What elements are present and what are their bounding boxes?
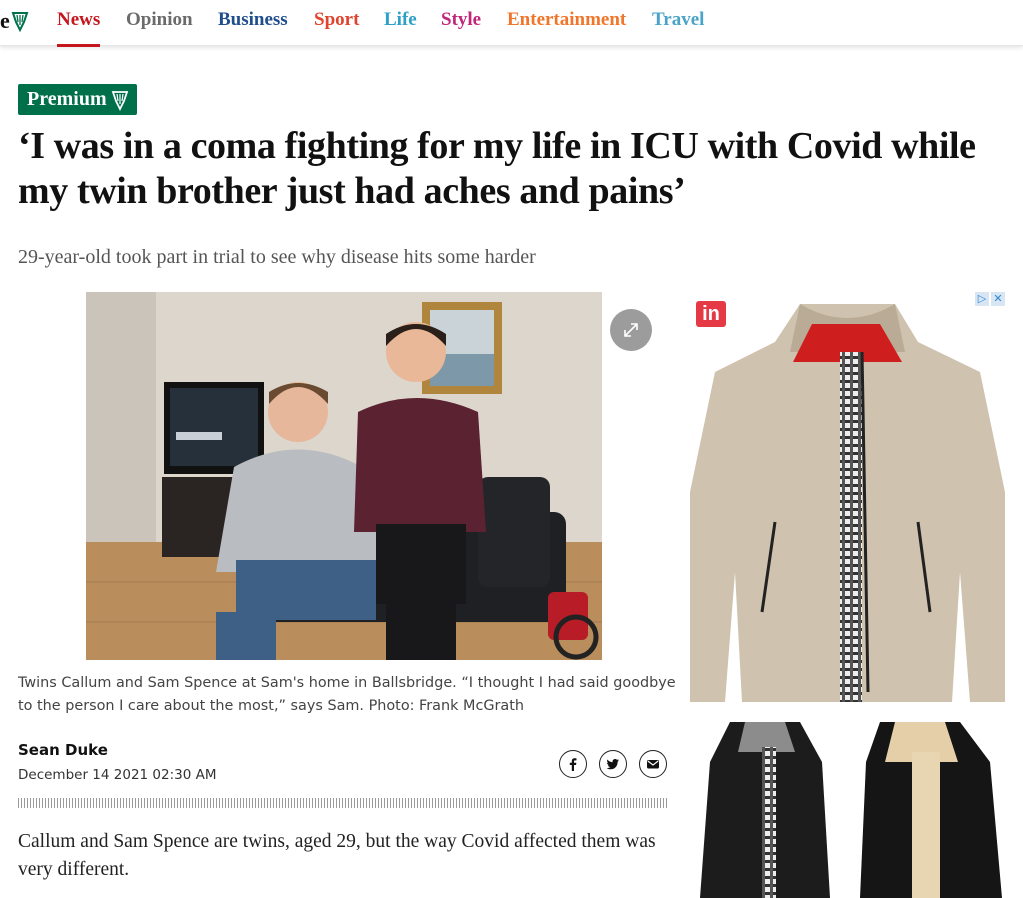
advertisement[interactable]: in ▷ ✕ <box>690 292 1005 898</box>
top-navigation: e News Opinion Business Sport Life Style… <box>0 0 1023 47</box>
article-subheadline: 29-year-old took part in trial to see wh… <box>18 246 536 268</box>
expand-icon <box>624 323 638 337</box>
nav-entertainment[interactable]: Entertainment <box>507 9 626 31</box>
harp-logo-icon <box>11 12 29 32</box>
nav-sport[interactable]: Sport <box>314 9 359 31</box>
nav-news[interactable]: News <box>57 9 101 47</box>
article-headline: ‘I was in a coma fighting for my life in… <box>18 125 976 212</box>
logo-text: e <box>0 8 10 33</box>
nav-opinion[interactable]: Opinion <box>126 9 193 31</box>
ad-info-icon[interactable]: ▷ <box>975 292 989 306</box>
photo-caption: Twins Callum and Sam Spence at Sam's hom… <box>18 675 676 714</box>
expand-photo-button[interactable] <box>610 309 652 351</box>
site-logo[interactable]: e <box>0 8 29 34</box>
twitter-icon <box>606 759 619 770</box>
nav-travel[interactable]: Travel <box>652 9 704 31</box>
author-name[interactable]: Sean Duke <box>18 741 108 759</box>
facebook-icon <box>569 758 577 771</box>
premium-badge: Premium <box>18 84 137 115</box>
share-facebook-button[interactable] <box>559 750 587 778</box>
twins-photo-illustration <box>86 292 602 660</box>
harp-icon <box>111 90 128 111</box>
ad-brand-logo: in <box>696 301 726 327</box>
article-body-paragraph: Callum and Sam Spence are twins, aged 29… <box>18 831 656 880</box>
share-email-button[interactable] <box>639 750 667 778</box>
jacket-ad-image <box>690 304 1005 898</box>
article-photo[interactable] <box>86 292 602 660</box>
publish-date: December 14 2021 02:30 AM <box>18 767 217 783</box>
premium-label: Premium <box>27 88 107 110</box>
share-twitter-button[interactable] <box>599 750 627 778</box>
article-divider <box>18 798 668 808</box>
nav-life[interactable]: Life <box>384 9 417 31</box>
nav-business[interactable]: Business <box>218 9 288 31</box>
ad-close-icon[interactable]: ✕ <box>991 292 1005 306</box>
email-icon <box>647 760 659 769</box>
ad-choices[interactable]: ▷ ✕ <box>975 292 1005 306</box>
nav-style[interactable]: Style <box>441 9 481 31</box>
